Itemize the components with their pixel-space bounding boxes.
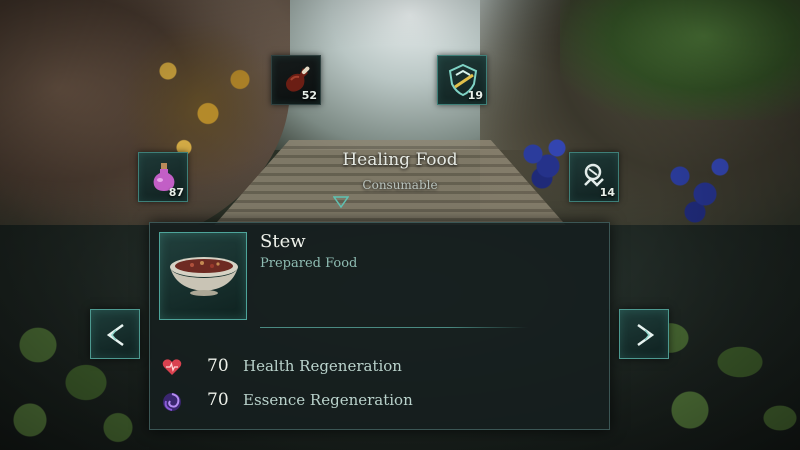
item-count: 87	[168, 186, 184, 199]
chevron-left-icon	[106, 323, 124, 347]
item-slot-meat[interactable]: 52	[271, 55, 321, 105]
item-count: 52	[301, 89, 317, 102]
stew-bowl-icon	[170, 257, 238, 296]
item-type: Prepared Food	[260, 256, 358, 271]
stat-value: 70	[207, 356, 229, 376]
heart-icon	[162, 359, 182, 375]
stat-row-health: 70 Health Regeneration	[162, 354, 562, 380]
essence-swirl-icon	[163, 393, 181, 411]
stat-label: Health Regeneration	[243, 357, 402, 375]
item-portrait	[159, 232, 247, 320]
stat-value: 70	[207, 390, 229, 410]
item-count: 19	[467, 89, 483, 102]
stat-label: Essence Regeneration	[243, 391, 413, 409]
item-name: Stew	[260, 231, 306, 252]
stat-row-essence: 70 Essence Regeneration	[162, 388, 562, 414]
item-slot-potion[interactable]: 87	[138, 152, 188, 202]
previous-item-button[interactable]	[90, 309, 140, 359]
chevron-right-icon	[637, 323, 655, 347]
selection-marker-icon	[333, 196, 349, 208]
divider	[260, 327, 528, 328]
item-detail-panel: Stew Prepared Food 70 Health Regeneratio…	[149, 222, 610, 430]
category-title: Healing Food	[342, 150, 458, 170]
item-count: 14	[599, 186, 615, 199]
item-slot-shield[interactable]: 19	[437, 55, 487, 105]
item-slot-rune[interactable]: 14	[569, 152, 619, 202]
next-item-button[interactable]	[619, 309, 669, 359]
category-subtitle: Consumable	[362, 178, 438, 192]
